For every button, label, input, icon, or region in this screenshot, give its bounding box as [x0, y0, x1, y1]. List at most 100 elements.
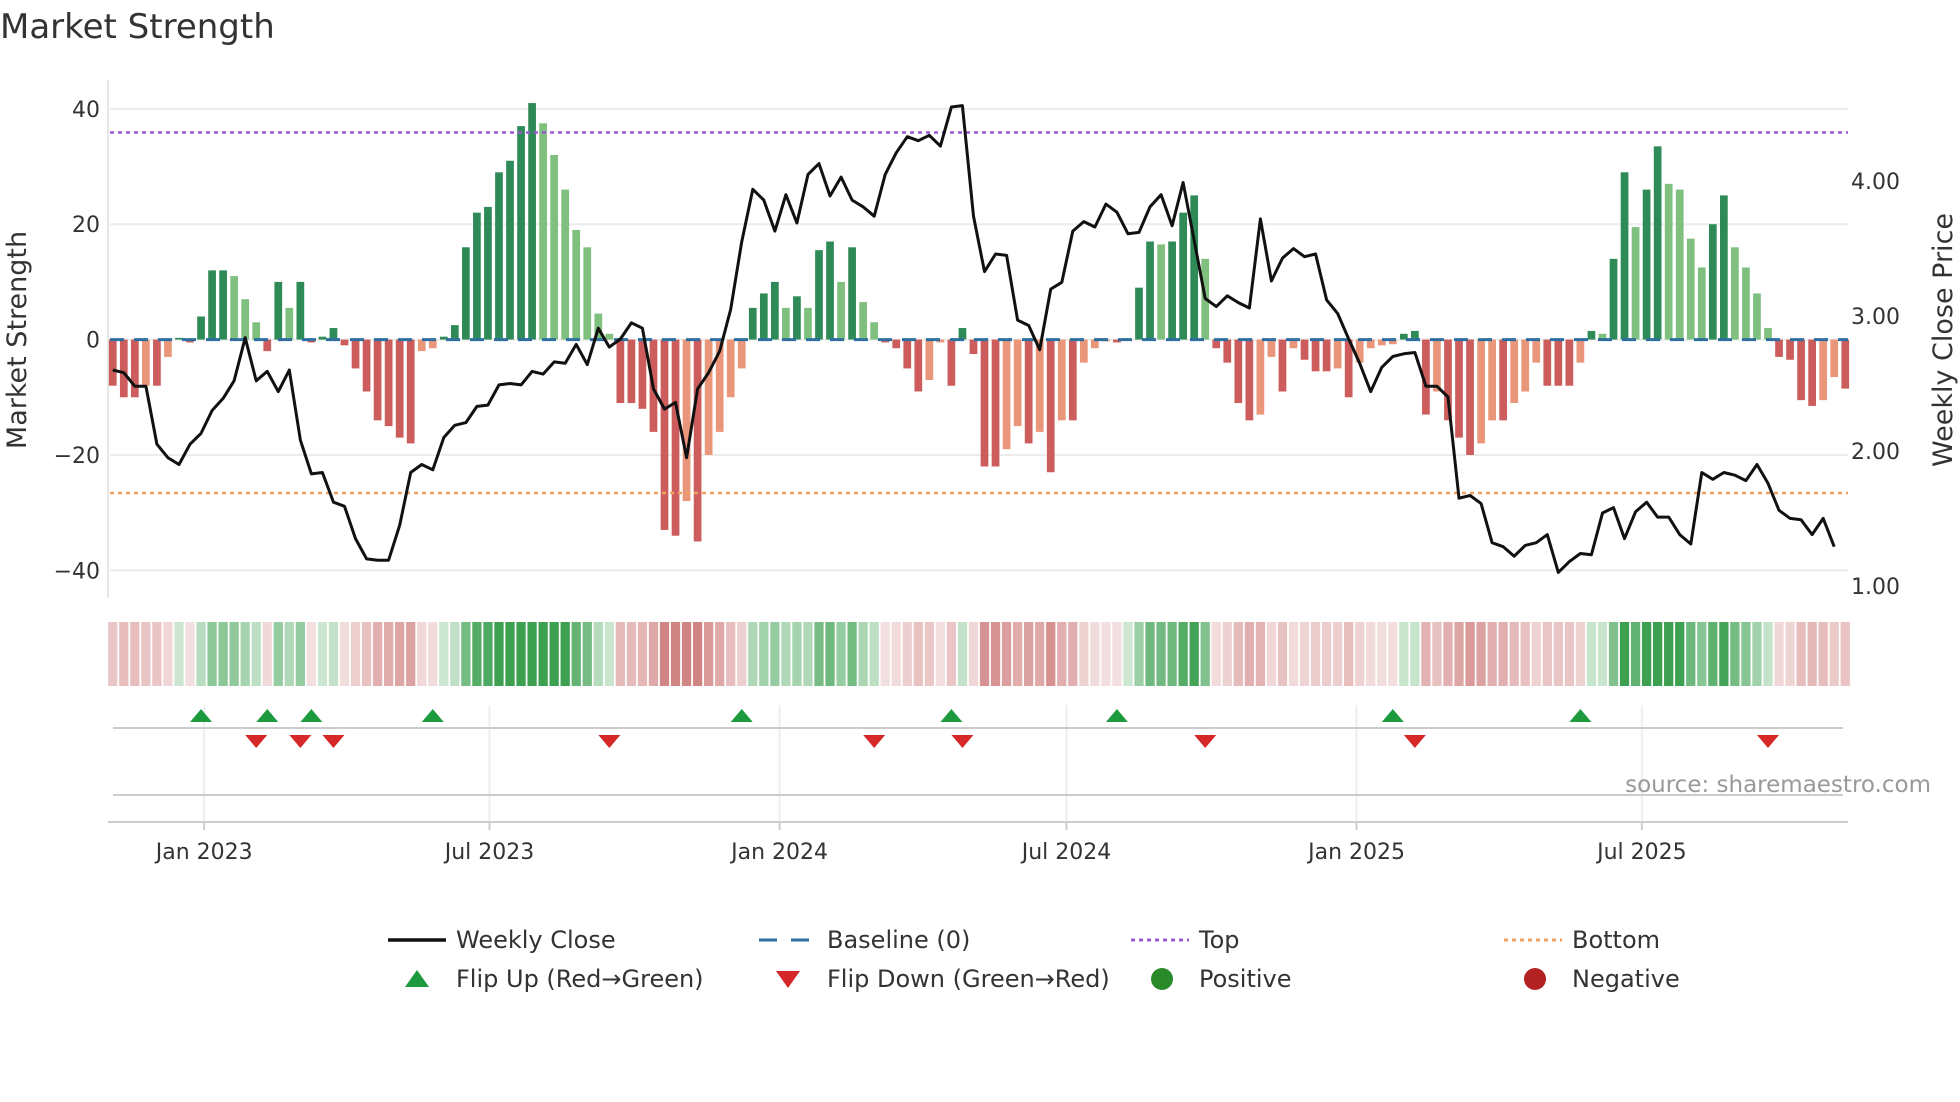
strip-cell [836, 622, 846, 686]
strength-bar [1576, 339, 1585, 363]
strength-bar [1786, 339, 1794, 360]
strip-cell [1024, 622, 1034, 686]
strength-bar [1146, 241, 1154, 340]
strip-cell [538, 622, 548, 686]
strength-bar [550, 154, 559, 340]
legend-item: Negative [1524, 965, 1680, 993]
strip-cell [185, 622, 195, 686]
x-axis: Jan 2023 Jul 2023 Jan 2024 Jul 2024 Jan 2025… [108, 821, 1848, 865]
strip-cell [825, 622, 835, 686]
strip-cell [483, 622, 493, 686]
strip-cell [715, 622, 725, 686]
strip-cell [968, 622, 979, 686]
strip-cell [560, 622, 570, 686]
strength-bar [417, 339, 426, 352]
strength-bar [1841, 339, 1850, 389]
y-tick-label: −40 [54, 559, 100, 584]
strip-cell [1178, 622, 1188, 686]
strength-bar [969, 339, 978, 354]
strength-bar [285, 307, 294, 340]
y-tick-label: 40 [72, 98, 100, 123]
strength-bar [1079, 339, 1088, 363]
strength-bar [517, 126, 525, 340]
chart-title: Market Strength [0, 7, 275, 47]
strip-cell [505, 622, 515, 686]
strength-bar [1499, 339, 1508, 421]
flip-up-marker [940, 709, 963, 722]
strip-cell [516, 622, 526, 686]
legend-label: Flip Up (Red→Green) [456, 965, 704, 993]
triangle-up-icon [405, 970, 429, 987]
strip-cell [1653, 622, 1663, 686]
strength-bar [241, 299, 250, 340]
strength-bar [1830, 339, 1839, 378]
strip-cell [395, 622, 405, 686]
strength-bar [1466, 339, 1474, 455]
strip-cell [1487, 622, 1497, 686]
flip-up-marker [421, 709, 444, 722]
strip-cell [1542, 622, 1552, 686]
strength-bar [1664, 183, 1673, 340]
strip-cell [240, 622, 250, 686]
strength-bar [826, 241, 834, 340]
strength-bar [1267, 339, 1276, 357]
strength-bar [142, 339, 150, 386]
strength-bar [1642, 189, 1651, 340]
x-tick-label: Jul 2025 [1595, 840, 1687, 865]
strength-bar [1002, 339, 1011, 450]
flip-down-marker [322, 735, 345, 748]
strip-cell [692, 622, 703, 686]
strip-cell [637, 622, 648, 686]
strength-bar [506, 160, 514, 340]
flip-up-marker [190, 709, 213, 722]
strip-cell [1355, 622, 1365, 686]
legend: Weekly Close Baseline (0) Top Bottom Flip Up… [388, 926, 1680, 993]
strip-cell [328, 622, 339, 686]
x-tick-label: Jan 2023 [154, 840, 253, 865]
strength-bar [1157, 244, 1165, 340]
strength-bar [197, 316, 205, 340]
strip-cell [207, 622, 217, 686]
strip-cell [1366, 622, 1376, 686]
strength-bar [1521, 339, 1530, 392]
strip-cell [1564, 622, 1575, 686]
strength-bar [848, 247, 856, 340]
strength-bar [230, 276, 239, 340]
strength-bar [1631, 227, 1640, 340]
flip-markers [113, 705, 1843, 822]
strength-bar [384, 339, 393, 427]
strength-bar [130, 339, 139, 398]
strip-cell [141, 622, 151, 686]
legend-item: Flip Up (Red→Green) [405, 965, 704, 993]
strip-cell [1708, 622, 1718, 686]
market-strength-chart: Market Strength 40 20 0 −20 −40 4.00 3.00 2.00… [0, 7, 1959, 993]
strip-cell [472, 622, 482, 686]
strip-cell [1454, 622, 1464, 686]
strip-cell [1399, 622, 1409, 686]
strength-bar [484, 206, 492, 340]
strength-bar [296, 281, 305, 340]
strength-bar [980, 339, 989, 467]
strip-cell [582, 622, 592, 686]
strip-cell [1410, 622, 1420, 686]
strip-cell [1012, 622, 1023, 686]
strength-bar [1035, 339, 1044, 432]
strip-cell [770, 622, 780, 686]
strip-cell [869, 622, 879, 686]
strip-cell [847, 622, 857, 686]
strip-cell [1730, 622, 1740, 686]
legend-label: Negative [1572, 965, 1680, 993]
strip-cell [1310, 622, 1321, 686]
strength-bar [1609, 258, 1618, 340]
strip-cell [1068, 622, 1078, 686]
strength-bar [693, 339, 702, 542]
source-label: source: sharemaestro.com [1625, 772, 1931, 798]
strength-bar [782, 307, 790, 340]
strip-cell [726, 622, 736, 686]
strength-bar [682, 339, 691, 502]
y-tick-label: 0 [86, 329, 100, 354]
strength-bar [1764, 328, 1772, 340]
strength-bar [903, 339, 912, 369]
strength-bar [175, 337, 183, 340]
flip-up-marker [256, 709, 279, 722]
